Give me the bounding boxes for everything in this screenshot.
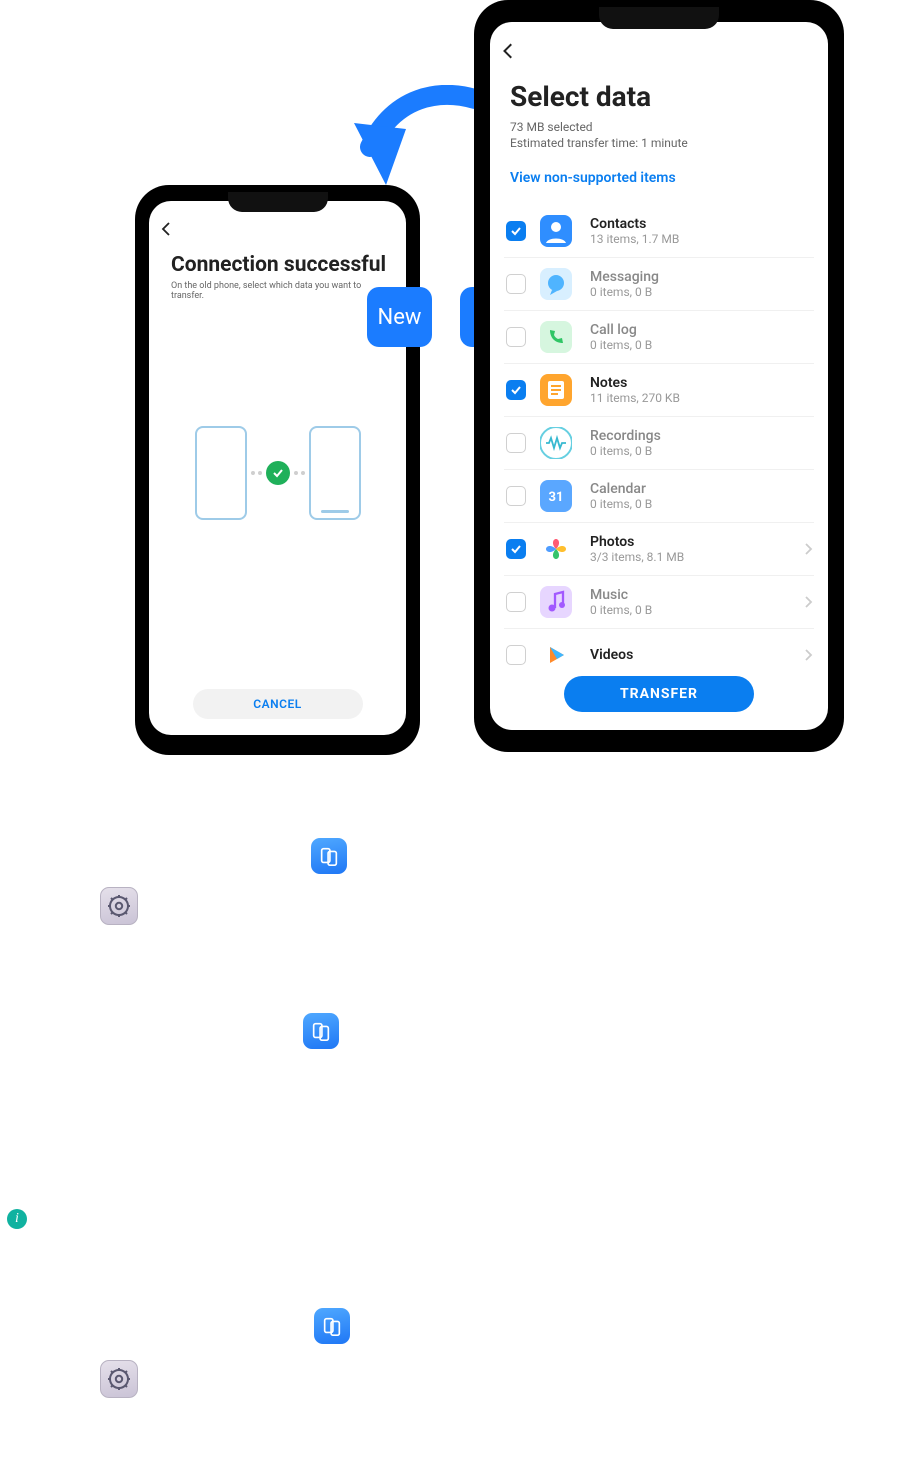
data-row-calllog[interactable]: Call log 0 items, 0 B	[504, 311, 814, 364]
settings-icon	[100, 887, 138, 925]
item-name: Photos	[590, 534, 798, 550]
item-sub: 0 items, 0 B	[590, 338, 814, 352]
connection-diagram	[149, 426, 406, 520]
phone-clone-icon	[311, 838, 347, 874]
checkbox[interactable]	[506, 486, 526, 506]
item-sub: 13 items, 1.7 MB	[590, 232, 814, 246]
info-icon: i	[7, 1209, 27, 1229]
connection-title: Connection successful	[171, 253, 386, 277]
data-row-messaging[interactable]: Messaging 0 items, 0 B	[504, 258, 814, 311]
checkbox[interactable]	[506, 274, 526, 294]
item-name: Contacts	[590, 216, 814, 232]
page-title: Select data	[510, 80, 651, 113]
estimated-time: Estimated transfer time: 1 minute	[510, 136, 688, 150]
data-row-notes[interactable]: Notes 11 items, 270 KB	[504, 364, 814, 417]
old-phone-mockup: Select data 73 MB selected Estimated tra…	[474, 0, 844, 752]
checkbox[interactable]	[506, 539, 526, 559]
music-icon	[540, 586, 572, 618]
data-row-photos[interactable]: Photos 3/3 items, 8.1 MB	[504, 523, 814, 576]
checkbox[interactable]	[506, 645, 526, 665]
item-sub: 0 items, 0 B	[590, 285, 814, 299]
view-non-supported-link[interactable]: View non-supported items	[510, 170, 676, 186]
item-name: Messaging	[590, 269, 814, 285]
phone-clone-icon	[303, 1013, 339, 1049]
checkbox[interactable]	[506, 221, 526, 241]
chevron-right-icon	[804, 595, 814, 609]
back-button[interactable]	[500, 42, 518, 60]
connection-subtitle: On the old phone, select which data you …	[171, 281, 384, 301]
item-name: Call log	[590, 322, 814, 338]
svg-text:31: 31	[549, 490, 564, 505]
data-row-contacts[interactable]: Contacts 13 items, 1.7 MB	[504, 205, 814, 258]
item-name: Videos	[590, 647, 798, 663]
data-category-list[interactable]: Contacts 13 items, 1.7 MB Messaging 0 it…	[504, 205, 814, 668]
item-name: Recordings	[590, 428, 814, 444]
checkbox[interactable]	[506, 433, 526, 453]
new-phone-mockup: Connection successful On the old phone, …	[135, 185, 420, 755]
checkbox[interactable]	[506, 380, 526, 400]
settings-icon	[100, 1360, 138, 1398]
transfer-button[interactable]: TRANSFER	[564, 676, 754, 712]
data-row-music[interactable]: Music 0 items, 0 B	[504, 576, 814, 629]
checkbox[interactable]	[506, 592, 526, 612]
checkbox[interactable]	[506, 327, 526, 347]
new-phone-tag: New	[367, 287, 432, 347]
calllog-icon	[540, 321, 572, 353]
notes-icon	[540, 374, 572, 406]
chevron-right-icon	[804, 542, 814, 556]
item-sub: 3/3 items, 8.1 MB	[590, 550, 798, 564]
messaging-icon	[540, 268, 572, 300]
contacts-icon	[540, 215, 572, 247]
data-row-recordings[interactable]: Recordings 0 items, 0 B	[504, 417, 814, 470]
videos-icon	[540, 639, 572, 668]
cancel-button[interactable]: CANCEL	[193, 689, 363, 719]
phone-clone-icon	[314, 1308, 350, 1344]
data-row-calendar[interactable]: 31 Calendar 0 items, 0 B	[504, 470, 814, 523]
checkmark-icon	[266, 461, 290, 485]
recordings-icon	[540, 427, 572, 459]
item-sub: 0 items, 0 B	[590, 603, 798, 617]
photos-icon	[540, 533, 572, 565]
item-name: Music	[590, 587, 798, 603]
item-sub: 0 items, 0 B	[590, 444, 814, 458]
item-name: Notes	[590, 375, 814, 391]
back-button[interactable]	[159, 221, 175, 237]
item-sub: 0 items, 0 B	[590, 497, 814, 511]
item-name: Calendar	[590, 481, 814, 497]
chevron-right-icon	[804, 648, 814, 662]
selected-size: 73 MB selected	[510, 120, 593, 134]
calendar-icon: 31	[540, 480, 572, 512]
data-row-videos[interactable]: Videos	[504, 629, 814, 668]
curved-arrow-icon	[350, 85, 485, 195]
item-sub: 11 items, 270 KB	[590, 391, 814, 405]
